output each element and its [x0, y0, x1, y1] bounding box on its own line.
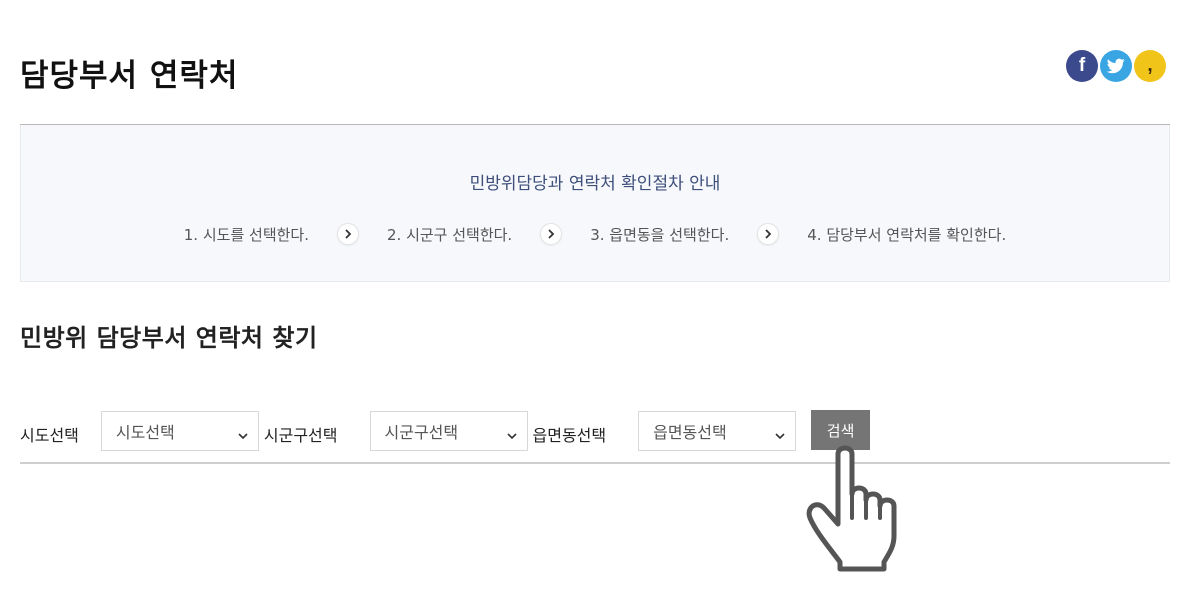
sido-select-value: 시도선택 — [115, 423, 175, 442]
eupmyeondong-select-value: 읍면동선택 — [653, 423, 727, 442]
divider — [20, 462, 1170, 464]
twitter-icon[interactable] — [1100, 50, 1132, 82]
facebook-icon[interactable]: f — [1066, 50, 1098, 82]
sigungu-select[interactable]: 시군구선택 — [369, 411, 528, 451]
guide-step-2: 2. 시군구 선택한다. — [386, 225, 513, 244]
sigungu-label: 시군구선택 — [263, 426, 338, 445]
chevron-down-icon — [506, 425, 517, 444]
section-title: 민방위 담당부서 연락처 찾기 — [20, 324, 318, 352]
chevron-right-icon — [540, 223, 563, 245]
sido-select[interactable]: 시도선택 — [100, 411, 259, 451]
guide-box: 민방위담당과 연락처 확인절차 안내 1. 시도를 선택한다. 2. 시군구 선… — [20, 125, 1170, 282]
eupmyeondong-select[interactable]: 읍면동선택 — [638, 411, 797, 451]
hand-pointer-icon — [804, 438, 914, 578]
guide-steps: 1. 시도를 선택한다. 2. 시군구 선택한다. 3. 읍면동을 선택한다. … — [21, 223, 1169, 245]
kakaostory-icon[interactable]: , — [1134, 50, 1166, 82]
social-share-group: f , — [1066, 50, 1166, 82]
page: 담당부서 연락처 f , 민방위담당과 연락처 확인절차 안내 1. 시도를 선… — [0, 0, 1200, 600]
page-title: 담당부서 연락처 — [20, 58, 239, 94]
guide-title: 민방위담당과 연락처 확인절차 안내 — [469, 174, 721, 194]
chevron-right-icon — [757, 223, 780, 245]
chevron-down-icon — [238, 425, 248, 444]
chevron-right-icon — [336, 223, 359, 245]
guide-step-4: 4. 담당부서 연락처를 확인한다. — [807, 225, 1007, 244]
sigungu-select-value: 시군구선택 — [384, 423, 459, 442]
search-form: 시도선택 시도선택 시군구선택 시군구선택 읍면동선택 읍면동선택 검색 — [20, 410, 871, 452]
guide-step-3: 3. 읍면동을 선택한다. — [590, 225, 730, 244]
chevron-down-icon — [775, 425, 785, 444]
sido-label: 시도선택 — [20, 426, 79, 445]
guide-step-1: 1. 시도를 선택한다. — [183, 225, 309, 244]
eupmyeondong-label: 읍면동선택 — [532, 426, 607, 445]
